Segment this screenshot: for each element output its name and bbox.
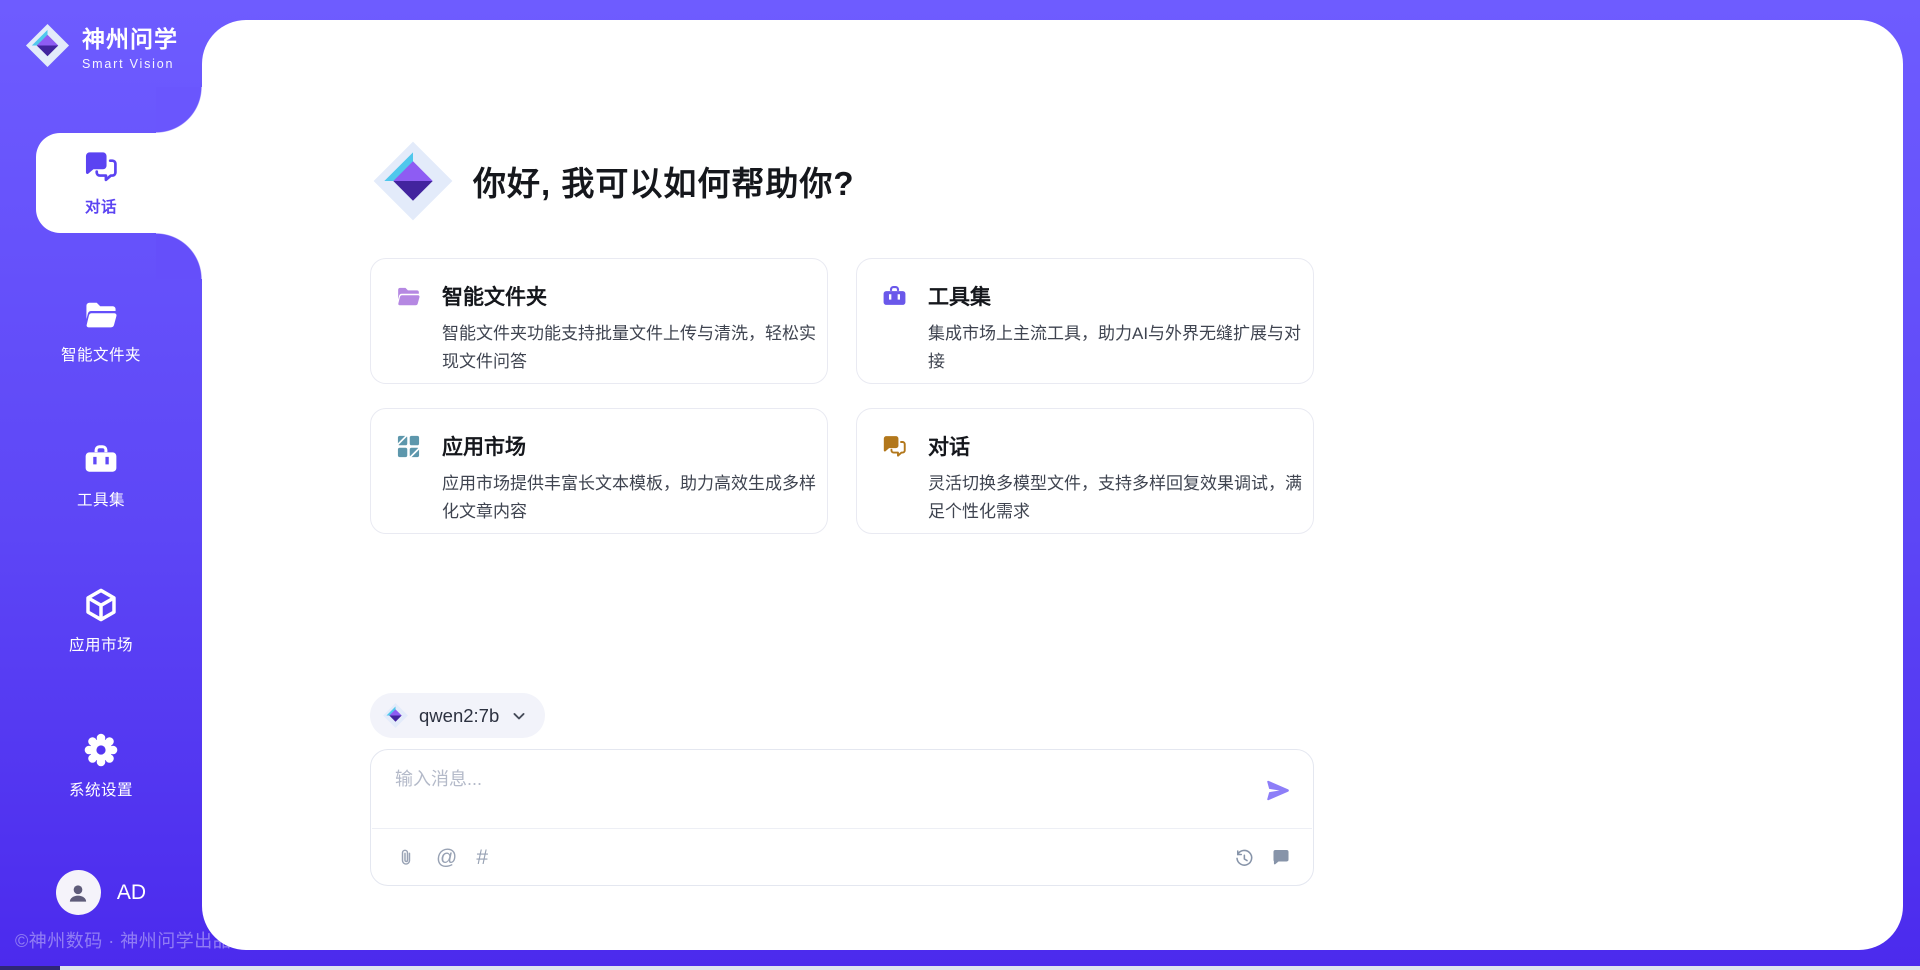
sidebar-item-settings[interactable]: 系统设置 bbox=[0, 731, 202, 800]
app-title: 神州问学 bbox=[82, 20, 178, 54]
message-input[interactable] bbox=[395, 766, 1245, 820]
attachment-icon[interactable] bbox=[395, 847, 417, 869]
card-title: 智能文件夹 bbox=[442, 281, 547, 311]
sidebar-item-label: 对话 bbox=[85, 195, 117, 217]
topic-icon[interactable]: # bbox=[476, 847, 488, 869]
card-title: 应用市场 bbox=[442, 431, 526, 461]
message-icon[interactable] bbox=[1270, 847, 1292, 869]
greeting-text: 你好, 我可以如何帮助你? bbox=[473, 157, 855, 205]
card-title: 对话 bbox=[928, 431, 970, 461]
app-subtitle: Smart Vision bbox=[82, 57, 178, 71]
model-selector[interactable]: qwen2:7b bbox=[370, 693, 545, 738]
copyright-footer: ©神州数码 · 神州问学出品 bbox=[15, 927, 231, 953]
card-description: 灵活切换多模型文件，支持多样回复效果调试，满足个性化需求 bbox=[928, 470, 1302, 526]
card-description: 应用市场提供丰富长文本模板，助力高效生成多样化文章内容 bbox=[442, 470, 816, 526]
assistant-logo-icon bbox=[370, 138, 456, 224]
card-description: 智能文件夹功能支持批量文件上传与清洗，轻松实现文件问答 bbox=[442, 320, 816, 376]
person-icon bbox=[65, 880, 91, 906]
sidebar-item-toolset[interactable]: 工具集 bbox=[0, 441, 202, 510]
sidebar-item-label: 工具集 bbox=[77, 488, 125, 510]
sidebar-item-app-market[interactable]: 应用市场 bbox=[0, 586, 202, 655]
message-composer: @ # bbox=[370, 749, 1314, 886]
sidebar-item-label: 应用市场 bbox=[69, 633, 133, 655]
chevron-down-icon bbox=[509, 706, 529, 726]
card-title: 工具集 bbox=[928, 281, 991, 311]
card-chat[interactable]: 对话 灵活切换多模型文件，支持多样回复效果调试，满足个性化需求 bbox=[856, 408, 1314, 534]
sidebar-item-chat[interactable]: 对话 bbox=[0, 148, 202, 217]
folder-icon bbox=[395, 283, 422, 310]
app-logo: 神州问学 Smart Vision bbox=[24, 20, 178, 71]
sidebar-item-smart-folder[interactable]: 智能文件夹 bbox=[0, 296, 202, 365]
feature-cards: 智能文件夹 智能文件夹功能支持批量文件上传与清洗，轻松实现文件问答 工具集 集成… bbox=[370, 258, 1314, 534]
user-name: AD bbox=[117, 881, 146, 905]
chat-icon bbox=[82, 148, 120, 186]
chat-icon bbox=[881, 433, 908, 460]
send-icon[interactable] bbox=[1265, 777, 1292, 804]
greeting-block: 你好, 我可以如何帮助你? bbox=[370, 138, 855, 224]
cube-icon bbox=[82, 586, 120, 624]
grid-icon bbox=[395, 433, 422, 460]
history-icon[interactable] bbox=[1233, 847, 1255, 869]
app-logo-icon bbox=[24, 22, 71, 69]
sidebar-item-label: 智能文件夹 bbox=[61, 343, 141, 365]
sidebar: 神州问学 Smart Vision 对话 智能文件夹 工具集 应用市场 bbox=[0, 0, 202, 970]
gear-icon bbox=[82, 731, 120, 769]
card-app-market[interactable]: 应用市场 应用市场提供丰富长文本模板，助力高效生成多样化文章内容 bbox=[370, 408, 828, 534]
sidebar-item-label: 系统设置 bbox=[69, 778, 133, 800]
avatar bbox=[56, 870, 101, 915]
folder-icon bbox=[82, 296, 120, 334]
user-account[interactable]: AD bbox=[0, 870, 202, 915]
app-logo-text: 神州问学 Smart Vision bbox=[82, 20, 178, 71]
composer-toolbar: @ # bbox=[395, 841, 1292, 875]
window-edge-light bbox=[60, 966, 1920, 970]
model-name: qwen2:7b bbox=[419, 705, 499, 727]
window-edge-dark bbox=[0, 966, 60, 970]
toolbox-icon bbox=[82, 441, 120, 479]
model-logo-icon bbox=[382, 702, 409, 729]
toolbox-icon bbox=[881, 283, 908, 310]
card-toolset[interactable]: 工具集 集成市场上主流工具，助力AI与外界无缝扩展与对接 bbox=[856, 258, 1314, 384]
composer-divider bbox=[372, 828, 1312, 829]
card-smart-folder[interactable]: 智能文件夹 智能文件夹功能支持批量文件上传与清洗，轻松实现文件问答 bbox=[370, 258, 828, 384]
card-description: 集成市场上主流工具，助力AI与外界无缝扩展与对接 bbox=[928, 320, 1302, 376]
mention-icon[interactable]: @ bbox=[436, 847, 457, 869]
